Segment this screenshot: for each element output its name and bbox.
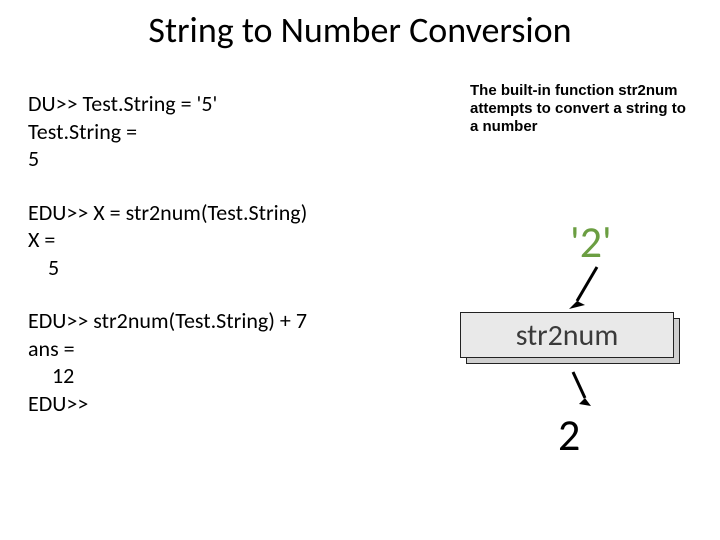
code-line: Test.String = xyxy=(28,118,408,146)
code-line: EDU>> str2num(Test.String) + 7 xyxy=(28,307,408,335)
code-line: 5 xyxy=(28,145,408,173)
code-line: 5 xyxy=(28,254,408,282)
code-column: DU>> Test.String = '5' Test.String = 5 E… xyxy=(28,90,408,417)
arrow-down-icon xyxy=(555,370,615,410)
code-line: EDU>> X = str2num(Test.String) xyxy=(28,199,408,227)
page-title: String to Number Conversion xyxy=(0,0,720,72)
diagram-input: '2' xyxy=(570,215,612,269)
code-line: 12 xyxy=(28,362,408,390)
function-label: str2num xyxy=(460,312,674,358)
function-box: str2num xyxy=(460,312,680,364)
code-line: DU>> Test.String = '5' xyxy=(28,90,408,118)
code-line: ans = xyxy=(28,335,408,363)
diagram-output: 2 xyxy=(558,408,580,462)
code-block-1: DU>> Test.String = '5' Test.String = 5 xyxy=(28,90,408,173)
description-note: The built-in function str2num attempts t… xyxy=(470,82,690,136)
code-line: EDU>> xyxy=(28,390,408,418)
code-block-2: EDU>> X = str2num(Test.String) X = 5 xyxy=(28,199,408,282)
arrow-down-icon xyxy=(555,265,615,315)
code-line: X = xyxy=(28,226,408,254)
code-block-3: EDU>> str2num(Test.String) + 7 ans = 12 … xyxy=(28,307,408,417)
